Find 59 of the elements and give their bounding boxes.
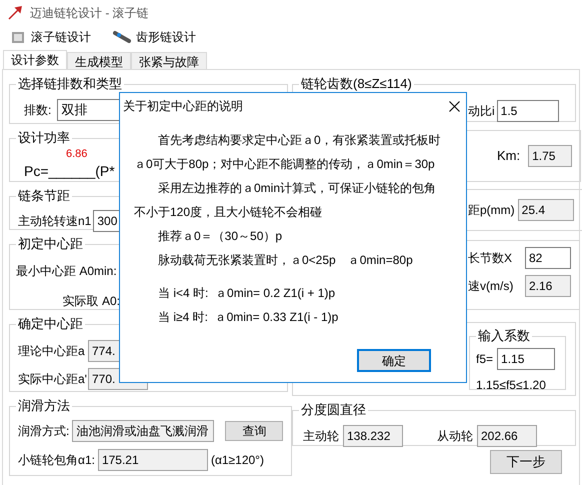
result-value: 6.86 bbox=[66, 147, 88, 162]
field-label: 小链轮包角α1: bbox=[18, 452, 95, 469]
text-field[interactable]: 1.75 bbox=[528, 145, 572, 167]
dialog-text: 脉动载荷无张紧装置时，ａ0<25p ａ0min=80p bbox=[158, 252, 413, 269]
toolbar-button[interactable]: 齿形链设计 bbox=[113, 28, 196, 46]
field-label: 主动轮转速n1 bbox=[18, 213, 92, 230]
formula-text: 当 i≥4 时: ａ0min= 0.33 Z1(i - 1)p bbox=[158, 309, 338, 326]
group-title: 链条节距 bbox=[18, 188, 70, 203]
query-button[interactable]: 查询 bbox=[225, 421, 284, 441]
window-title: 迈迪链轮设计 - 滚子链 bbox=[30, 4, 149, 22]
formula-text: 当 i<4 时: ａ0min= 0.2 Z1(i + 1)p bbox=[158, 285, 336, 302]
close-icon[interactable] bbox=[449, 100, 460, 112]
group-title: 输入系数 bbox=[478, 328, 530, 343]
dialog-text: 推荐ａ0＝（30～50）p bbox=[158, 228, 282, 245]
range-note: (α1≥120°) bbox=[210, 452, 264, 469]
group-title: 初定中心距 bbox=[18, 236, 83, 251]
dialog-text: ａ0可大于80p；对中心距不能调整的传动，ａ0min＝30p bbox=[134, 156, 435, 173]
dialog-text: 首先考虑结构要求定中心距ａ0，有张紧装置或托板时 bbox=[158, 132, 441, 149]
text-field[interactable]: 175.21 bbox=[98, 449, 208, 471]
field-label: f5= bbox=[476, 351, 494, 368]
field-label: 最小中心距 A0min: bbox=[16, 263, 117, 280]
field-label: 速v(m/s) bbox=[468, 278, 514, 295]
field-label: 实际中心距a' bbox=[18, 371, 87, 388]
field-label: Km: bbox=[497, 147, 520, 166]
app-icon bbox=[8, 6, 22, 20]
group-title: 分度圆直径 bbox=[301, 402, 366, 417]
group-title: 选择链排数和类型 bbox=[18, 76, 122, 91]
group-title: 润滑方法 bbox=[18, 398, 70, 413]
toolbar-button[interactable]: 滚子链设计 bbox=[10, 28, 91, 46]
text-field[interactable]: 202.66 bbox=[477, 425, 537, 447]
field-label: 排数: bbox=[24, 102, 52, 119]
field-label: 润滑方式: bbox=[18, 423, 70, 440]
tab[interactable]: 张紧与故障 bbox=[131, 52, 207, 69]
dialog-text: 采用左边推荐的ａ0min计算式，可保证小链轮的包角 bbox=[158, 180, 436, 197]
tab[interactable]: 设计参数 bbox=[3, 50, 67, 69]
field-label: 实际取 A0: bbox=[62, 293, 120, 310]
ok-button[interactable]: 确定 bbox=[357, 349, 431, 372]
group-title: 设计功率 bbox=[18, 130, 70, 145]
group-title: 确定中心距 bbox=[18, 316, 83, 331]
next-button[interactable]: 下一步 bbox=[490, 450, 562, 474]
text-field[interactable]: 1.15 bbox=[497, 348, 556, 370]
field-label: 动比i bbox=[468, 103, 495, 120]
dialog-text: 不小于120度，且大小链轮不会相碰 bbox=[134, 204, 322, 221]
field-label: 长节数X bbox=[468, 250, 512, 267]
formula: Pc=______(P* bbox=[24, 163, 115, 179]
text-field[interactable]: 138.232 bbox=[343, 425, 403, 447]
field-label: 距p(mm) bbox=[468, 202, 515, 219]
text-field[interactable]: 82 bbox=[525, 247, 571, 269]
text-field[interactable]: 25.4 bbox=[518, 199, 574, 221]
text-field[interactable]: 油池润滑或油盘飞溅润滑 bbox=[72, 420, 214, 442]
range-note: 1.15≤f5≤1.20 bbox=[476, 378, 546, 392]
text-field[interactable]: 2.16 bbox=[525, 275, 571, 297]
field-label: 理论中心距a bbox=[18, 343, 85, 360]
field-label: 从动轮 bbox=[437, 429, 473, 443]
text-field[interactable]: 1.5 bbox=[496, 100, 559, 122]
field-label: 主动轮 bbox=[303, 428, 339, 445]
chain-icon bbox=[113, 30, 131, 44]
tab[interactable]: 生成模型 bbox=[67, 52, 131, 69]
group-title: 链轮齿数(8≤Z≤114) bbox=[301, 76, 412, 91]
